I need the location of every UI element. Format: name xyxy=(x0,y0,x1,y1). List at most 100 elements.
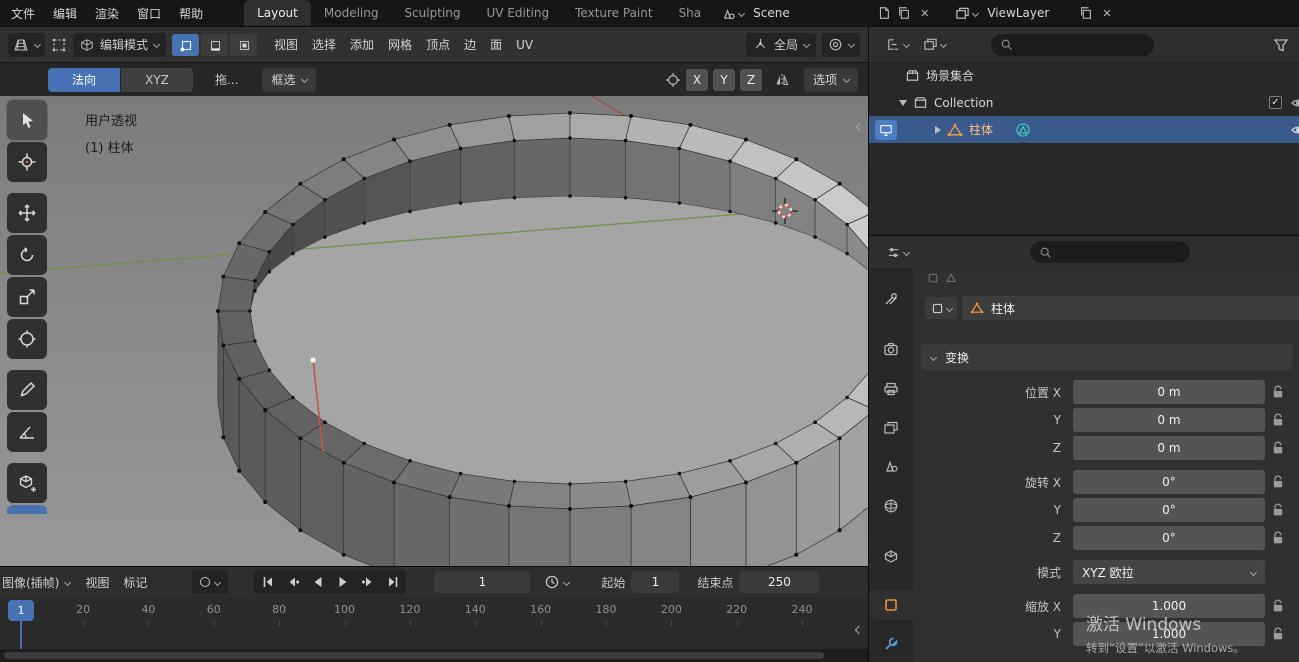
workspace-tab-texture-paint[interactable]: Texture Paint xyxy=(562,0,665,26)
menu-window[interactable]: 窗口 xyxy=(128,0,170,26)
menu-select[interactable]: 选择 xyxy=(305,36,343,53)
object-name-field[interactable]: 柱体 xyxy=(962,296,1299,320)
value-field[interactable]: 1.000 xyxy=(1073,622,1265,646)
menu-file[interactable]: 文件 xyxy=(2,0,44,26)
unlink-viewlayer-icon[interactable]: ✕ xyxy=(1099,7,1114,20)
menu-add[interactable]: 添加 xyxy=(343,36,381,53)
scene-name[interactable]: Scene xyxy=(753,6,871,20)
value-field[interactable]: 0° xyxy=(1073,470,1265,494)
menu-mesh[interactable]: 网格 xyxy=(381,36,419,53)
menu-render[interactable]: 渲染 xyxy=(86,0,128,26)
properties-tab-output[interactable] xyxy=(869,374,913,404)
rotation-mode-select[interactable]: XYZ 欧拉 xyxy=(1073,560,1265,584)
vertex-select-button[interactable] xyxy=(172,33,200,56)
viewport-3d[interactable]: 用户透视 (1) 柱体 xyxy=(0,96,868,566)
lock-icon[interactable] xyxy=(1272,599,1284,613)
workspace-tab-uv-editing[interactable]: UV Editing xyxy=(474,0,563,26)
axis-y-button[interactable]: Y xyxy=(712,68,735,91)
properties-tab-object[interactable] xyxy=(869,590,913,620)
options-dropdown[interactable]: 选项 xyxy=(803,67,858,92)
viewlayer-name[interactable]: ViewLayer xyxy=(987,6,1073,20)
filter-icon[interactable] xyxy=(1273,37,1289,53)
menu-uv[interactable]: UV xyxy=(509,38,540,52)
outliner-row-object[interactable]: 柱体 xyxy=(869,116,1299,143)
properties-search[interactable] xyxy=(1030,241,1190,263)
properties-tab-render[interactable] xyxy=(869,334,913,364)
copy-viewlayer-icon[interactable] xyxy=(1079,6,1093,20)
new-scene-icon[interactable] xyxy=(877,6,891,20)
lock-icon[interactable] xyxy=(1272,475,1284,489)
proportional-editing-button[interactable] xyxy=(822,32,860,57)
axis-z-button[interactable]: Z xyxy=(739,68,762,91)
timeline-editor-menu[interactable]: 图像(插帧) xyxy=(2,574,72,591)
cursor-tool[interactable] xyxy=(7,142,47,182)
lock-icon[interactable] xyxy=(1272,385,1284,399)
eye-icon[interactable] xyxy=(1290,122,1299,138)
face-select-button[interactable] xyxy=(230,33,258,56)
menu-edge[interactable]: 边 xyxy=(457,36,483,53)
select-box-tool[interactable] xyxy=(6,99,48,141)
properties-tab-modifiers[interactable] xyxy=(869,629,913,659)
drag-label[interactable]: 拖... xyxy=(215,71,238,88)
value-field[interactable]: 0° xyxy=(1073,526,1265,550)
mirror-icon[interactable] xyxy=(774,72,790,88)
timeline-expand-chevron[interactable] xyxy=(854,625,864,635)
timeline-menu-marker[interactable]: 标记 xyxy=(116,574,154,591)
transform-tool[interactable] xyxy=(7,319,47,359)
value-field[interactable]: 1.000 xyxy=(1073,594,1265,618)
move-tool[interactable] xyxy=(7,193,47,233)
editor-type-button[interactable] xyxy=(883,243,912,262)
timeline-ruler[interactable]: 20 40 60 80 100 120 140 160 180 200 220 240 1 xyxy=(0,597,868,662)
workspace-tab-sculpting[interactable]: Sculpting xyxy=(391,0,473,26)
menu-view[interactable]: 视图 xyxy=(267,36,305,53)
prev-keyframe-button[interactable] xyxy=(280,571,305,593)
properties-tab-viewlayer[interactable] xyxy=(869,413,913,443)
outliner-row-collection[interactable]: Collection ✓ xyxy=(869,89,1299,116)
jump-start-button[interactable] xyxy=(255,571,280,593)
unlink-scene-icon[interactable]: ✕ xyxy=(917,7,932,20)
measure-tool[interactable] xyxy=(7,412,47,452)
menu-vertex[interactable]: 顶点 xyxy=(419,36,457,53)
transform-panel-header[interactable]: 变换 xyxy=(921,344,1293,370)
playback-popover-button[interactable] xyxy=(544,574,571,590)
xyz-tab[interactable]: XYZ xyxy=(121,67,193,92)
start-frame-field[interactable]: 1 xyxy=(631,571,680,593)
copy-scene-icon[interactable] xyxy=(897,6,911,20)
menu-edit[interactable]: 编辑 xyxy=(44,0,86,26)
box-select-dropdown[interactable]: 框选 xyxy=(262,67,317,92)
value-field[interactable]: 0° xyxy=(1073,498,1265,522)
current-frame-field[interactable]: 1 xyxy=(434,571,531,593)
object-type-dropdown[interactable] xyxy=(925,297,957,319)
eye-icon[interactable] xyxy=(1290,95,1299,111)
value-field[interactable]: 0 m xyxy=(1073,436,1265,460)
lock-icon[interactable] xyxy=(1272,531,1284,545)
timeline-scrollbar[interactable] xyxy=(0,649,868,662)
end-frame-field[interactable]: 250 xyxy=(739,571,820,593)
snap-target-icon[interactable] xyxy=(665,72,681,88)
scale-tool[interactable] xyxy=(7,277,47,317)
axis-x-button[interactable]: X xyxy=(685,68,708,91)
normal-tab[interactable]: 法向 xyxy=(48,67,120,92)
menu-help[interactable]: 帮助 xyxy=(170,0,212,26)
mode-dropdown[interactable]: 编辑模式 xyxy=(73,32,167,57)
auto-keying-button[interactable] xyxy=(192,570,229,594)
editor-type-button[interactable] xyxy=(883,35,912,54)
outliner-row-scene-collection[interactable]: 场景集合 xyxy=(869,62,1299,89)
timeline-menu-view[interactable]: 视图 xyxy=(78,574,116,591)
jump-end-button[interactable] xyxy=(380,571,405,593)
value-field[interactable]: 0 m xyxy=(1073,380,1265,404)
next-keyframe-button[interactable] xyxy=(355,571,380,593)
scene-datablock-button[interactable] xyxy=(718,4,747,23)
lock-icon[interactable] xyxy=(1272,627,1284,641)
lock-icon[interactable] xyxy=(1272,441,1284,455)
rotate-tool[interactable] xyxy=(7,235,47,275)
play-reverse-button[interactable] xyxy=(305,571,330,593)
value-field[interactable]: 0 m xyxy=(1073,408,1265,432)
menu-face[interactable]: 面 xyxy=(483,36,509,53)
transform-orientation-dropdown[interactable]: 全局 xyxy=(745,32,816,57)
workspace-tab-layout[interactable]: Layout xyxy=(244,0,311,26)
properties-tab-world[interactable] xyxy=(869,491,913,521)
edge-select-button[interactable] xyxy=(201,33,229,56)
play-button[interactable] xyxy=(330,571,355,593)
properties-tab-tool[interactable] xyxy=(869,284,913,314)
